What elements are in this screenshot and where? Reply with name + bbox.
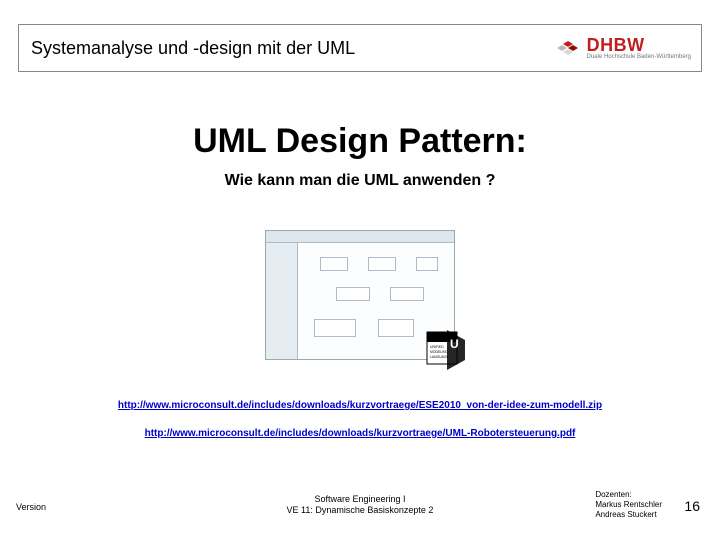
- logo-text-block: DHBW Duale Hochschule Baden-Württemberg: [587, 36, 691, 60]
- svg-text:LANGUAGE: LANGUAGE: [430, 355, 450, 359]
- svg-text:MODELING: MODELING: [430, 350, 448, 354]
- svg-text:UNIFIED: UNIFIED: [430, 345, 444, 349]
- logo-subtitle: Duale Hochschule Baden-Württemberg: [587, 54, 691, 60]
- main-title: UML Design Pattern:: [0, 122, 720, 161]
- lecturers-heading: Dozenten:: [595, 490, 662, 500]
- center-illustration: UNIFIED MODELING LANGUAGE U: [265, 230, 455, 360]
- dhbw-logo: DHBW Duale Hochschule Baden-Württemberg: [553, 34, 691, 62]
- header-title: Systemanalyse und -design mit der UML: [31, 38, 355, 59]
- logo-main-text: DHBW: [587, 36, 691, 54]
- dhbw-logo-icon: [553, 34, 581, 62]
- download-link-2[interactable]: http://www.microconsult.de/includes/down…: [0, 428, 720, 439]
- subtitle: Wie kann man die UML anwenden ?: [0, 172, 720, 190]
- download-link-1[interactable]: http://www.microconsult.de/includes/down…: [0, 400, 720, 411]
- header-bar: Systemanalyse und -design mit der UML DH…: [18, 24, 702, 72]
- footer-lecturers: Dozenten: Markus Rentschler Andreas Stuc…: [595, 490, 662, 520]
- uml-logo-icon: UNIFIED MODELING LANGUAGE U: [425, 326, 469, 370]
- slide-number: 16: [684, 498, 700, 514]
- lecturer-2: Andreas Stuckert: [595, 510, 662, 520]
- svg-text:U: U: [450, 337, 459, 351]
- lecturer-1: Markus Rentschler: [595, 500, 662, 510]
